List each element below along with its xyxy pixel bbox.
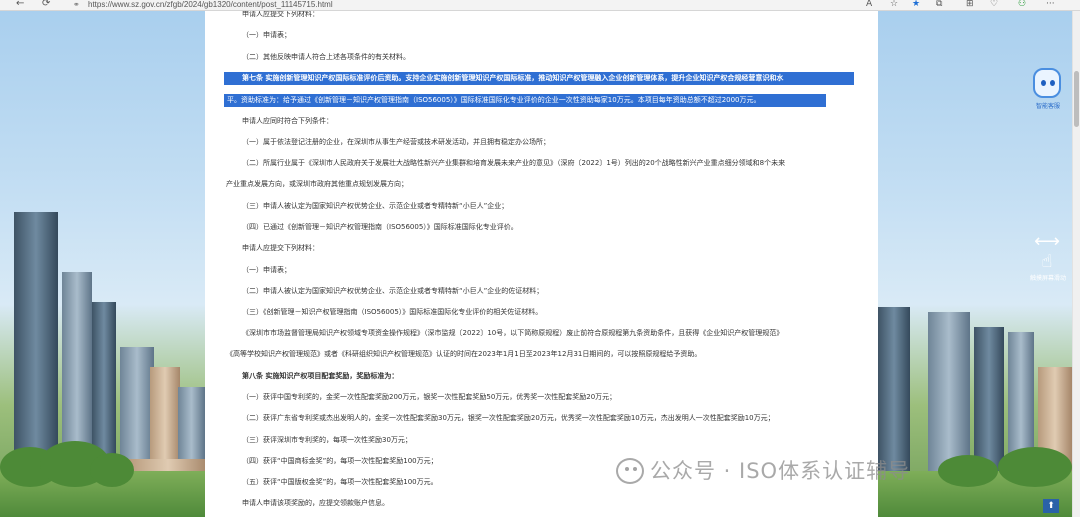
article-line: （三）获评深圳市专利奖的，每项一次性奖励30万元； xyxy=(242,436,412,444)
left-city-background xyxy=(0,11,205,517)
article-line: （三）《创新管理－知识产权管理指南（ISO56005）》国际标准国际化专业评价的… xyxy=(242,308,543,316)
browser-toolbar: ← ⟳ ⚭ https://www.sz.gov.cn/zfgb/2024/gb… xyxy=(0,0,1080,11)
article-line: （五）获评“中国版权金奖”的，每项一次性配套奖励100万元。 xyxy=(242,478,438,486)
collections-icon[interactable]: ⊞ xyxy=(966,0,974,10)
article-line: 产业重点发展方向，或深圳市政府其他重点规划发展方向； xyxy=(226,180,408,188)
address-bar[interactable]: https://www.sz.gov.cn/zfgb/2024/gb1320/c… xyxy=(88,0,333,10)
article-line: 申请人应提交下列材料： xyxy=(242,244,319,252)
article-line: （一）申请表； xyxy=(242,266,291,274)
article-line: （一）申请表； xyxy=(242,31,291,39)
article-line: 《高等学校知识产权管理规范》或者《科研组织知识产权管理规范》认证的时间在2023… xyxy=(226,350,702,358)
swipe-arrows-icon: ⟷ xyxy=(1034,231,1060,252)
article-line: （二）获评广东省专利奖或杰出发明人的，金奖一次性配套奖励30万元，银奖一次性配套… xyxy=(242,414,775,422)
split-screen-icon[interactable]: ⧉ xyxy=(936,0,942,10)
read-aloud-icon[interactable]: A xyxy=(866,0,872,10)
swipe-hint-label: 触摸屏幕滑动 xyxy=(1029,275,1066,282)
robot-assistant-icon[interactable] xyxy=(1033,68,1061,98)
article-heading: 第八条 实施知识产权项目配套奖励，奖励标准为： xyxy=(242,372,399,380)
favorite-icon[interactable]: ☆ xyxy=(890,0,898,10)
back-to-top-button[interactable]: ⬆ xyxy=(1043,499,1059,513)
favorites-icon[interactable]: ★ xyxy=(912,0,920,10)
watermark-text: 公众号 · ISO体系认证辅导 xyxy=(650,459,911,483)
more-menu-icon[interactable]: ··· xyxy=(1046,0,1055,10)
hand-icon: ☝ xyxy=(1041,251,1053,272)
article-line: （一）获评中国专利奖的，金奖一次性配套奖励200万元，银奖一次性配套奖励50万元… xyxy=(242,393,617,401)
scroll-thumb[interactable] xyxy=(1074,71,1079,127)
article-line: （一）属于依法登记注册的企业，在深圳市从事生产经营或技术研发活动，并且拥有稳定办… xyxy=(242,138,550,146)
browser-essentials-icon[interactable]: ♡ xyxy=(990,0,998,10)
assistant-label[interactable]: 智能客服 xyxy=(1026,101,1070,110)
back-icon[interactable]: ← xyxy=(16,0,24,10)
article-line: 申请人应提交下列材料： xyxy=(242,11,319,18)
article-line: （二）所属行业属于《深圳市人民政府关于发展壮大战略性新兴产业集群和培育发展未来产… xyxy=(242,159,786,167)
article-line: （四）已通过《创新管理－知识产权管理指南（ISO56005）》国际标准国际化专业… xyxy=(242,223,518,231)
article-line: （二）申请人被认定为国家知识产权优势企业、示范企业或者专精特新“小巨人”企业的佐… xyxy=(242,287,544,295)
article-line: 申请人申请该项奖励的，应提交领款账户信息。 xyxy=(242,499,389,507)
profile-icon[interactable]: ⚇ xyxy=(1018,0,1026,10)
swipe-hand-icon: ⟷ ☝ xyxy=(1031,232,1063,276)
page-scrollbar[interactable] xyxy=(1072,11,1080,517)
article-line: 申请人应同时符合下列条件： xyxy=(242,117,333,125)
article-line: （二）其他反映申请人符合上述各项条件的有关材料。 xyxy=(242,53,410,61)
article-line: 《深圳市市场监督管理局知识产权领域专项资金操作规程》（深市监规〔2022〕10号… xyxy=(242,329,784,337)
lock-icon: ⚭ xyxy=(73,0,80,9)
article-line: （四）获评“中国商标金奖”的，每项一次性配套奖励100万元； xyxy=(242,457,438,465)
selected-clause-line[interactable]: 第七条 实施创新管理知识产权国际标准评价后资助。支持企业实施创新管理知识产权国际… xyxy=(224,72,854,85)
refresh-icon[interactable]: ⟳ xyxy=(42,0,50,10)
selected-clause-line[interactable]: 平。资助标准为：给予通过《创新管理－知识产权管理指南（ISO56005）》国际标… xyxy=(224,94,826,107)
article-content: 申请人应提交下列材料： （一）申请表； （二）其他反映申请人符合上述各项条件的有… xyxy=(205,11,878,517)
article-line: （三）申请人被认定为国家知识产权优势企业、示范企业或者专精特新“小巨人”企业； xyxy=(242,202,509,210)
